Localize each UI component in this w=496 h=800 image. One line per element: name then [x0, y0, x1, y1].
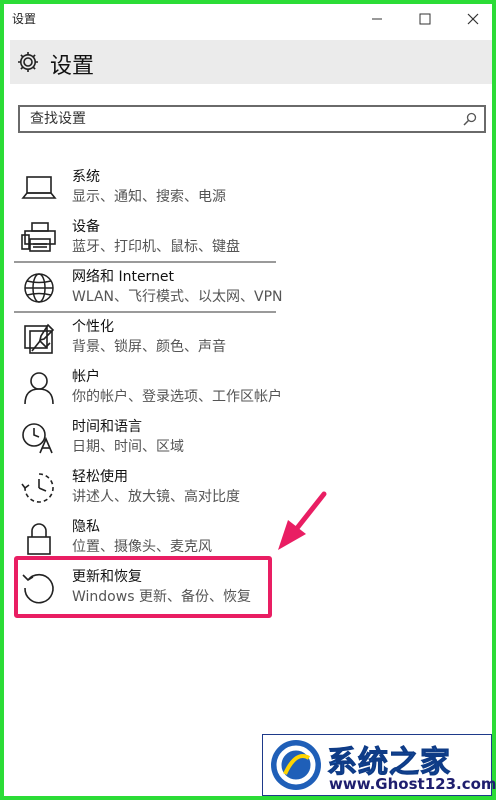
title-bar[interactable]: 设置: [4, 4, 492, 34]
category-devices[interactable]: 设备 蓝牙、打印机、鼠标、键盘: [4, 212, 492, 262]
category-description: 日期、时间、区域: [72, 439, 184, 455]
category-description: 显示、通知、搜索、电源: [72, 189, 226, 205]
category-update-recovery[interactable]: 更新和恢复 Windows 更新、备份、恢复: [4, 562, 492, 612]
watermark-site: www.Ghost123.com: [329, 775, 496, 793]
category-description: WLAN、飞行模式、以太网、VPN: [72, 289, 283, 305]
category-name: 帐户: [72, 369, 100, 385]
category-network[interactable]: 网络和 Internet WLAN、飞行模式、以太网、VPN: [4, 261, 492, 312]
search-icon[interactable]: [462, 111, 478, 127]
category-ease-of-access[interactable]: 轻松使用 讲述人、放大镜、高对比度: [4, 462, 492, 512]
close-button[interactable]: [450, 4, 492, 34]
category-description: 背景、锁屏、颜色、声音: [72, 339, 226, 355]
personalization-icon: [24, 323, 55, 354]
brand-logo-icon: [271, 740, 321, 790]
laptop-icon: [21, 176, 57, 199]
window-title: 设置: [12, 12, 37, 26]
globe-icon: [24, 273, 54, 303]
category-description: 你的帐户、登录选项、工作区帐户: [72, 389, 282, 405]
ease-of-access-icon: [21, 473, 54, 503]
category-accounts[interactable]: 帐户 你的帐户、登录选项、工作区帐户: [4, 362, 492, 412]
page-title: 设置: [50, 54, 95, 79]
category-description: Windows 更新、备份、恢复: [72, 589, 251, 605]
minimize-button[interactable]: [354, 4, 400, 34]
update-icon: [22, 573, 54, 604]
maximize-icon: [419, 13, 431, 25]
category-name: 时间和语言: [72, 419, 142, 435]
category-name: 更新和恢复: [72, 569, 142, 585]
printer-icon: [21, 222, 56, 252]
category-name: 网络和 Internet: [72, 269, 175, 285]
watermark: 系统之家 www.Ghost123.com: [262, 734, 496, 796]
search-box[interactable]: [18, 105, 486, 133]
category-description: 位置、摄像头、麦克风: [72, 539, 212, 555]
minimize-icon: [372, 18, 382, 20]
gear-icon: [18, 52, 38, 72]
settings-header: 设置: [10, 40, 492, 84]
category-time-language[interactable]: 时间和语言 日期、时间、区域: [4, 412, 492, 462]
search-input[interactable]: [20, 107, 460, 131]
category-name: 个性化: [72, 319, 114, 335]
category-description: 讲述人、放大镜、高对比度: [72, 489, 240, 505]
category-name: 轻松使用: [72, 469, 128, 485]
category-privacy[interactable]: 隐私 位置、摄像头、麦克风: [4, 512, 492, 562]
maximize-button[interactable]: [402, 4, 448, 34]
settings-window: 设置 设置 查找设置 系统 显示、通知、搜索、电源 设备 蓝牙、打印机、鼠标、键…: [0, 0, 496, 800]
time-language-icon: [22, 423, 53, 454]
category-system[interactable]: 系统 显示、通知、搜索、电源: [4, 162, 492, 212]
close-icon: [467, 13, 479, 25]
category-name: 系统: [72, 169, 100, 185]
category-name: 隐私: [72, 519, 100, 535]
settings-category-list: 系统 显示、通知、搜索、电源 设备 蓝牙、打印机、鼠标、键盘 网络和 Inter…: [4, 162, 492, 612]
category-name: 设备: [72, 219, 100, 235]
category-personalization[interactable]: 个性化 背景、锁屏、颜色、声音: [4, 311, 492, 362]
category-description: 蓝牙、打印机、鼠标、键盘: [72, 239, 240, 255]
lock-icon: [27, 523, 51, 555]
person-icon: [24, 372, 54, 405]
